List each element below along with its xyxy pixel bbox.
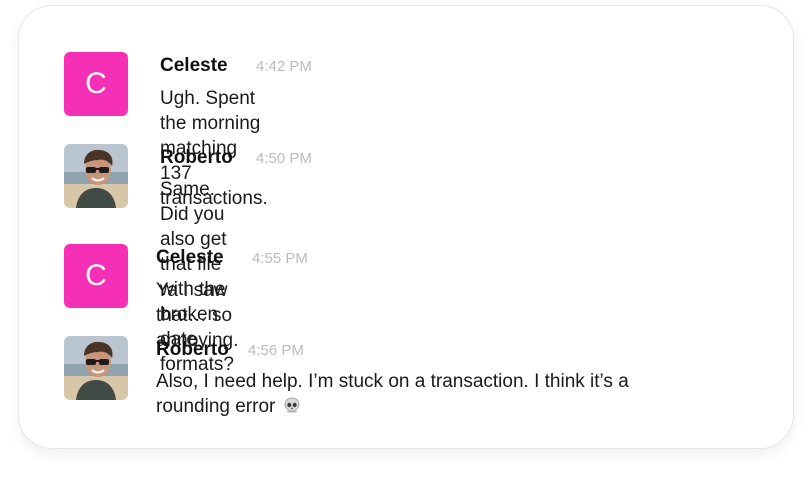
avatar[interactable]	[64, 144, 128, 208]
message-text: Also, I need help. I’m stuck on a transa…	[156, 369, 756, 419]
author-name[interactable]: Celeste	[156, 247, 224, 269]
avatar[interactable]	[64, 336, 128, 400]
skull-icon	[284, 397, 300, 413]
avatar-initial: C	[85, 259, 107, 292]
message-text-line: rounding error	[156, 396, 276, 417]
timestamp: 4:56 PM	[248, 342, 304, 359]
timestamp: 4:55 PM	[252, 250, 308, 267]
avatar-initial: C	[85, 67, 107, 100]
message-text-line-with-emoji: rounding error	[156, 394, 756, 419]
author-name[interactable]: Roberto	[156, 339, 229, 361]
photo-avatar-icon	[64, 336, 128, 400]
author-name[interactable]: Roberto	[160, 147, 233, 169]
message-text-line: Also, I need help. I’m stuck on a transa…	[156, 371, 629, 392]
photo-avatar-icon	[64, 144, 128, 208]
timestamp: 4:42 PM	[256, 58, 312, 75]
author-name[interactable]: Celeste	[160, 55, 228, 77]
avatar[interactable]: C	[64, 52, 128, 116]
timestamp: 4:50 PM	[256, 150, 312, 167]
avatar[interactable]: C	[64, 244, 128, 308]
